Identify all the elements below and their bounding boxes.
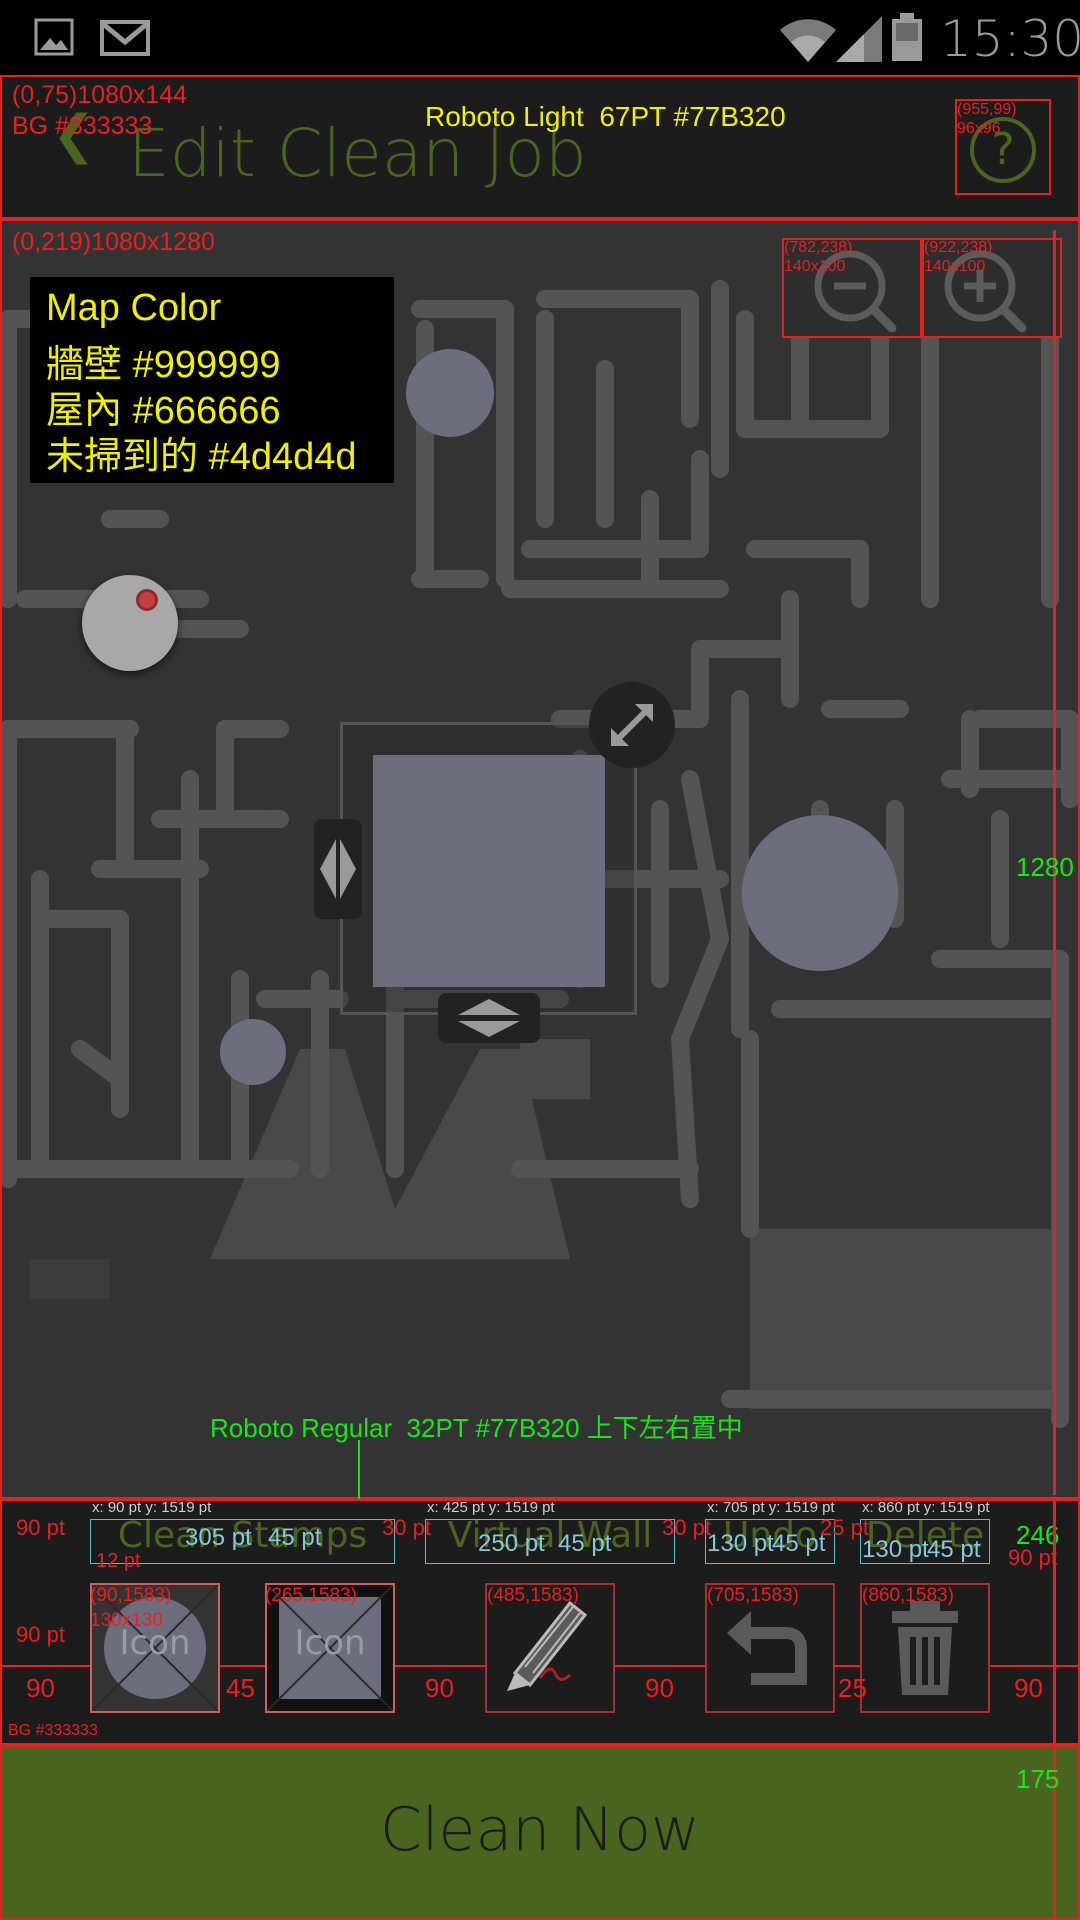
resize-vertical-handle[interactable] — [438, 993, 540, 1043]
room-marker — [220, 1019, 286, 1085]
label-width-virtual-wall: 250 pt — [478, 1530, 545, 1557]
label-height-clean-stamps: 45 pt — [268, 1524, 322, 1551]
label-width-delete: 130 pt — [862, 1536, 929, 1563]
label-height-delete: 45 pt — [927, 1536, 981, 1563]
zoom-out-note: (782,238) 140x100 — [784, 239, 853, 275]
spacing-line — [615, 1665, 705, 1667]
spacing-label: 90 — [26, 1673, 55, 1703]
label-box-virtual-wall — [425, 1519, 675, 1564]
map-geometry-note: (0,219)1080x1280 — [12, 228, 215, 256]
clean-zone-area — [373, 755, 605, 987]
legend-title: Map Color — [46, 287, 222, 329]
label-coord-undo: x: 705 pt y: 1519 pt — [707, 1499, 835, 1516]
button-coord-edit: (485,1583) — [487, 1585, 579, 1606]
label-width-undo: 130 pt — [707, 1530, 774, 1557]
button-coord-virtual-wall: (265,1583) — [265, 1585, 357, 1606]
spacing-line — [990, 1665, 1080, 1667]
battery-icon — [892, 13, 922, 61]
room-marker — [742, 815, 898, 971]
label-gap3-note: 25 pt — [820, 1515, 869, 1540]
clean-now-label: Clean Now — [379, 1795, 700, 1865]
header-geometry-note: (0,75)1080x144 — [12, 81, 188, 109]
map-height-label: 1280 — [1016, 852, 1074, 882]
zoom-in-note: (922,238) 140x100 — [924, 239, 993, 275]
legend-unswept: 未掃到的 #4d4d4d — [46, 436, 357, 478]
icon-left-margin-note: 90 pt — [16, 1622, 65, 1647]
label-top-gap-note: 12 pt — [96, 1550, 141, 1572]
room-marker — [406, 349, 494, 437]
label-coord-delete: x: 860 pt y: 1519 pt — [862, 1499, 990, 1516]
label-gap1-note: 30 pt — [382, 1515, 431, 1540]
header-bg-note: BG #333333 — [12, 112, 153, 140]
robot-marker — [82, 575, 178, 671]
spacing-line — [220, 1665, 265, 1667]
label-height-undo: 45 pt — [772, 1530, 826, 1557]
toolbar-bg-note: BG #333333 — [8, 1722, 98, 1739]
help-geometry-note: (955,99) 96x96 — [957, 101, 1017, 137]
status-bar: 15:30 — [0, 0, 1080, 75]
toolbar-font-note: Roboto Regular 32PT #77B320 上下左右置中 — [210, 1413, 743, 1443]
spacing-line — [0, 1665, 90, 1667]
gmail-icon — [100, 20, 150, 56]
button-coord-delete: (860,1583) — [862, 1585, 954, 1606]
vertical-arrows-icon — [458, 999, 520, 1037]
button-coord-undo: (705,1583) — [707, 1585, 799, 1606]
button-coord-clean-stamps: (90,1583) — [90, 1585, 172, 1606]
button-size-clean-stamps: 130x130 — [90, 1610, 163, 1631]
resize-horizontal-handle[interactable] — [314, 819, 362, 919]
header-font-note: Roboto Light 67PT #77B320 — [425, 101, 786, 132]
label-coord-clean-stamps: x: 90 pt y: 1519 pt — [92, 1499, 212, 1516]
signal-icon — [836, 16, 882, 62]
spacing-label: 45 — [226, 1673, 255, 1703]
label-height-virtual-wall: 45 pt — [558, 1530, 612, 1557]
label-width-clean-stamps: 305 pt — [185, 1524, 252, 1551]
label-coord-virtual-wall: x: 425 pt y: 1519 pt — [427, 1499, 555, 1516]
map-color-legend: Map Color 牆壁 #999999 屋內 #666666 未掃到的 #4d… — [30, 277, 394, 483]
clean-now-button[interactable]: Clean Now — [0, 1745, 1080, 1920]
resize-diagonal-handle[interactable] — [589, 682, 675, 768]
status-time: 15:30 — [940, 10, 1080, 68]
expand-icon — [611, 704, 653, 746]
map-view[interactable]: Map Color 牆壁 #999999 屋內 #666666 未掃到的 #4d… — [0, 219, 1080, 1499]
clean-now-height-label: 175 — [1016, 1764, 1060, 1794]
virtual-wall-icon-text: Icon — [294, 1623, 366, 1663]
wifi-icon — [780, 19, 836, 62]
spacing-label: 90 — [1014, 1673, 1043, 1703]
label-gap2-note: 30 pt — [662, 1515, 711, 1540]
spacing-line — [395, 1665, 485, 1667]
toolbar-height-arrow — [1053, 1500, 1056, 1745]
spacing-line — [835, 1665, 860, 1667]
gallery-icon — [34, 18, 74, 56]
spacing-label: 90 — [645, 1673, 674, 1703]
spacing-label: 25 — [838, 1673, 867, 1703]
horizontal-arrows-icon — [320, 839, 356, 899]
label-left-margin-note: 90 pt — [16, 1515, 65, 1540]
spacing-label: 90 — [425, 1673, 454, 1703]
